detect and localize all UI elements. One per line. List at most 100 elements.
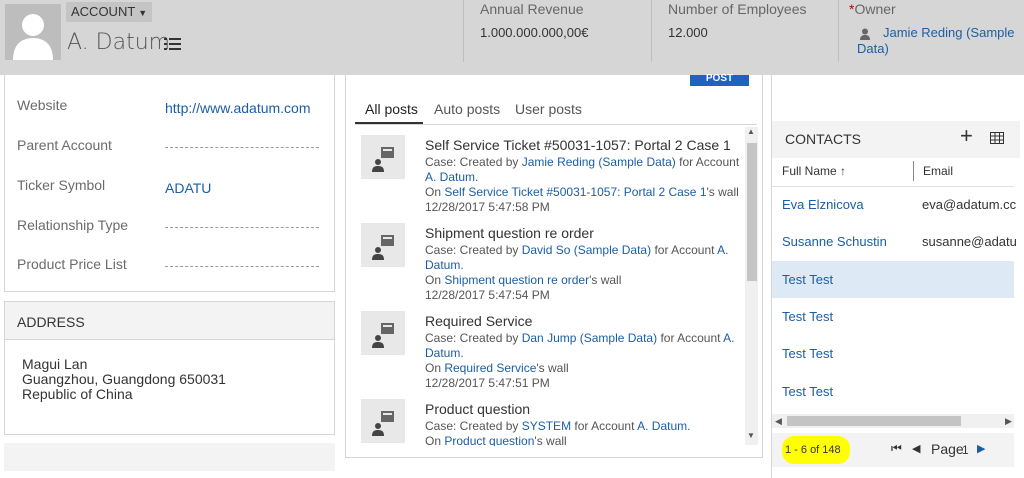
next-page-icon[interactable]: ▶ <box>977 442 985 455</box>
form-selector-icon[interactable] <box>164 37 182 51</box>
post-item[interactable]: Required Service Case: Created by Dan Ju… <box>425 313 740 391</box>
product-price-list-empty-value[interactable] <box>165 266 319 267</box>
ticker-symbol-value[interactable]: ADATU <box>165 180 211 196</box>
contact-email[interactable]: eva@adatum.cc <box>922 197 1016 212</box>
post-item[interactable]: Product question Case: Created by SYSTEM… <box>425 401 740 446</box>
post-wall-line: On Required Service's wall <box>425 361 740 376</box>
contact-name[interactable]: Test Test <box>782 346 833 361</box>
contacts-title: CONTACTS <box>785 131 861 147</box>
owner-label-text: Owner <box>854 1 896 17</box>
post-wall-suffix: 's wall <box>534 434 567 446</box>
contacts-hscrollbar-thumb[interactable] <box>787 416 961 426</box>
post-wall-link[interactable]: Product question <box>444 434 534 446</box>
address-line: Magui Lan <box>22 356 88 372</box>
case-post-icon <box>361 135 405 179</box>
contact-email[interactable]: susanne@adatu <box>922 234 1017 249</box>
post-for-text: for Account <box>675 155 740 169</box>
scroll-up-icon[interactable]: ▲ <box>747 127 755 136</box>
post-description: Case: Created by David So (Sample Data) … <box>425 243 740 273</box>
parent-account-empty-value[interactable] <box>165 147 319 148</box>
post-for-text: for Account <box>651 243 718 257</box>
column-email[interactable]: Email <box>923 164 953 178</box>
post-on-text: On <box>425 185 445 199</box>
post-button[interactable]: POST <box>690 74 749 86</box>
post-wall-suffix: 's wall <box>706 185 739 199</box>
header-separator <box>651 0 652 62</box>
pager-count: 1 - 6 of 148 <box>785 444 841 456</box>
first-page-icon[interactable]: ⏮ <box>891 441 902 456</box>
address-line: Guangzhou, Guangdong 650031 <box>22 371 226 387</box>
post-title[interactable]: Self Service Ticket #50031-1057: Portal … <box>425 137 740 153</box>
account-avatar[interactable] <box>5 4 61 60</box>
post-title[interactable]: Product question <box>425 401 740 417</box>
post-on-text: On <box>425 434 445 446</box>
post-prefix: Case: Created by <box>425 243 522 257</box>
post-wall-link[interactable]: Self Service Ticket #50031-1057: Portal … <box>444 185 706 199</box>
case-post-icon <box>361 399 405 443</box>
column-full-name-label: Full Name <box>782 164 837 178</box>
post-description: Case: Created by SYSTEM for Account A. D… <box>425 419 740 434</box>
entity-type-label: ACCOUNT <box>71 4 136 19</box>
owner-link-text[interactable]: Jamie Reding (Sample Data) <box>857 25 1015 56</box>
website-link[interactable]: http://www.adatum.com <box>165 100 311 116</box>
post-wall-line: On Shipment question re order's wall <box>425 273 740 288</box>
post-timestamp: 12/28/2017 5:47:54 PM <box>425 288 550 302</box>
post-wall-link[interactable]: Shipment question re order <box>444 273 589 287</box>
scroll-left-icon[interactable]: ◀ <box>775 414 782 428</box>
post-wall-line: On Self Service Ticket #50031-1057: Port… <box>425 185 740 200</box>
post-description: Case: Created by Jamie Reding (Sample Da… <box>425 155 740 185</box>
relationship-type-label: Relationship Type <box>17 217 129 233</box>
contact-row[interactable]: Eva Elznicova eva@adatum.cc <box>772 186 1016 223</box>
website-label: Website <box>17 97 68 113</box>
relationship-type-empty-value[interactable] <box>165 227 319 228</box>
post-wall-link[interactable]: Required Service <box>444 361 536 375</box>
tab-all-posts[interactable]: All posts <box>365 101 418 117</box>
contact-name[interactable]: Test Test <box>782 272 833 287</box>
column-full-name[interactable]: Full Name ↑ <box>782 164 846 178</box>
employees-value[interactable]: 12.000 <box>668 25 708 40</box>
grid-view-icon[interactable] <box>990 131 1004 144</box>
product-price-list-label: Product Price List <box>17 256 127 272</box>
contact-name[interactable]: Test Test <box>782 384 833 399</box>
add-contact-icon[interactable]: + <box>960 125 973 147</box>
entity-type-selector[interactable]: ACCOUNT ▼ <box>66 2 153 22</box>
post-prefix: Case: Created by <box>425 155 522 169</box>
post-author-link[interactable]: David So (Sample Data) <box>522 243 651 257</box>
contact-name[interactable]: Susanne Schustin <box>782 234 887 249</box>
post-author-link[interactable]: Jamie Reding (Sample Data) <box>522 155 676 169</box>
page-number: 1 <box>962 443 969 457</box>
contact-row[interactable]: Test Test <box>772 298 1014 335</box>
annual-revenue-label: Annual Revenue <box>480 1 584 17</box>
previous-page-icon[interactable]: ◀ <box>912 442 920 455</box>
post-account-link[interactable]: A. Datum. <box>425 170 478 184</box>
posts-scrollbar-thumb[interactable] <box>747 143 757 281</box>
annual-revenue-value[interactable]: 1.000.000.000,00€ <box>480 25 588 40</box>
post-title[interactable]: Shipment question re order <box>425 225 740 241</box>
contact-row[interactable]: Test Test <box>772 335 1014 372</box>
sort-ascending-icon: ↑ <box>840 164 847 178</box>
contact-row-selected[interactable]: Test Test <box>772 261 1014 298</box>
owner-link[interactable]: Jamie Reding (Sample Data) <box>857 25 1017 57</box>
contact-row[interactable]: Test Test <box>772 373 1014 410</box>
post-title[interactable]: Required Service <box>425 313 740 329</box>
owner-label: *Owner <box>849 1 896 17</box>
post-account-link[interactable]: A. Datum. <box>637 419 690 433</box>
case-post-icon <box>361 223 405 267</box>
tab-auto-posts[interactable]: Auto posts <box>434 101 500 117</box>
person-silhouette-icon <box>5 4 61 60</box>
contact-row[interactable]: Susanne Schustin susanne@adatu <box>772 223 1017 260</box>
contact-name[interactable]: Eva Elznicova <box>782 197 864 212</box>
case-post-icon <box>361 311 405 355</box>
post-prefix: Case: Created by <box>425 419 522 433</box>
contact-name[interactable]: Test Test <box>782 309 833 324</box>
post-author-link[interactable]: SYSTEM <box>522 419 571 433</box>
post-item[interactable]: Shipment question re order Case: Created… <box>425 225 740 303</box>
address-block[interactable]: Magui Lan Guangzhou, Guangdong 650031 Re… <box>22 357 226 402</box>
scroll-right-icon[interactable]: ▶ <box>1005 414 1012 428</box>
tab-user-posts[interactable]: User posts <box>515 101 582 117</box>
scroll-down-icon[interactable]: ▼ <box>747 431 755 440</box>
next-section-header <box>4 443 335 471</box>
post-author-link[interactable]: Dan Jump (Sample Data) <box>522 331 657 345</box>
post-item[interactable]: Self Service Ticket #50031-1057: Portal … <box>425 137 740 215</box>
header-separator <box>838 0 839 62</box>
